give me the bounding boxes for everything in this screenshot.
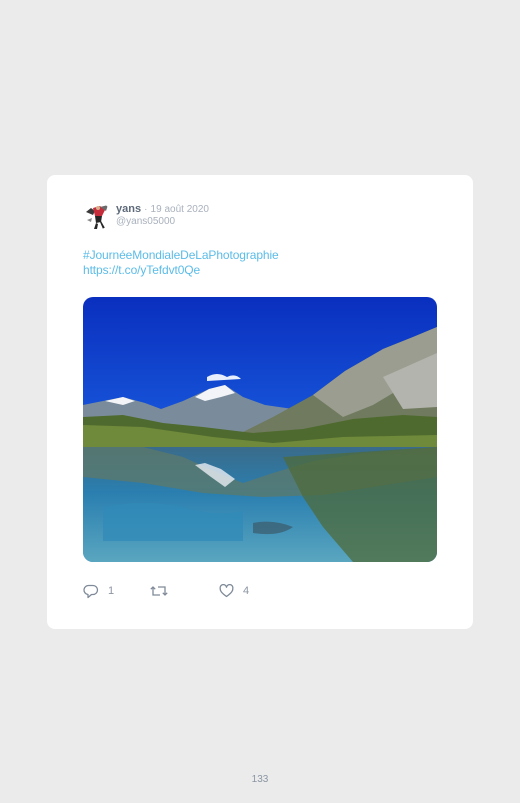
tweet-header: yans · 19 août 2020 @yans05000 (83, 202, 209, 234)
author-handle[interactable]: @yans05000 (116, 216, 209, 228)
heart-icon (219, 584, 234, 598)
reply-icon (83, 584, 99, 598)
tweet-photo[interactable] (83, 297, 437, 562)
retweet-button[interactable] (150, 584, 219, 598)
tweet-card: yans · 19 août 2020 @yans05000 #JournéeM… (47, 175, 473, 629)
retweet-icon (150, 586, 168, 596)
reply-count: 1 (108, 585, 115, 597)
page-number: 133 (251, 774, 269, 785)
tweet-text: #JournéeMondialeDeLaPhotographie https:/… (83, 248, 279, 278)
separator-dot: · (144, 204, 148, 215)
author-line: yans · 19 août 2020 (116, 203, 209, 216)
url-link[interactable]: https://t.co/yTefdvt0Qe (83, 263, 279, 278)
like-count: 4 (243, 585, 250, 597)
hashtag-link[interactable]: #JournéeMondialeDeLaPhotographie (83, 248, 279, 263)
author-meta: yans · 19 août 2020 @yans05000 (116, 203, 209, 228)
tweet-actions: 1 4 (83, 582, 249, 600)
tweet-date[interactable]: 19 août 2020 (151, 204, 209, 215)
avatar[interactable] (83, 202, 111, 230)
author-name[interactable]: yans (116, 203, 141, 215)
reply-button[interactable]: 1 (83, 584, 150, 599)
like-button[interactable]: 4 (219, 584, 249, 598)
